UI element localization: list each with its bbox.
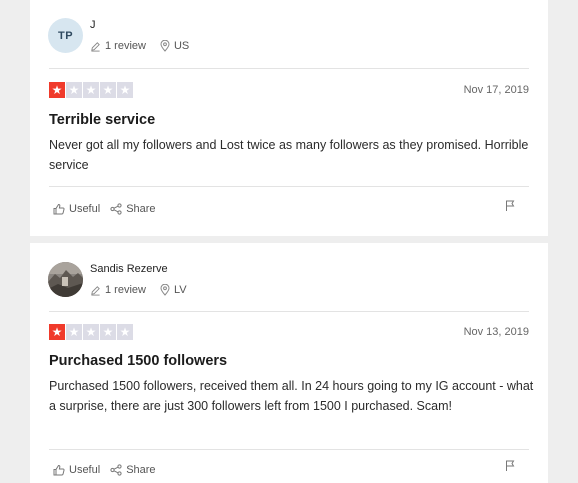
useful-label: Useful <box>69 464 101 476</box>
useful-button[interactable]: Useful <box>53 464 100 476</box>
avatar[interactable] <box>48 262 83 297</box>
review-date: Nov 17, 2019 <box>463 84 529 96</box>
consumer-name[interactable]: J <box>90 19 189 31</box>
pencil-icon <box>91 41 100 52</box>
share-icon <box>110 464 122 476</box>
divider <box>49 68 529 69</box>
useful-button[interactable]: Useful <box>53 203 100 215</box>
review-text: Purchased 1500 followers, received them … <box>49 379 534 413</box>
star-icon: ★ <box>83 324 99 340</box>
divider <box>49 186 529 187</box>
star-rating: ★ ★ ★ ★ ★ <box>49 82 134 98</box>
consumer-info: Sandis Rezerve 1 review LV <box>48 262 187 297</box>
review-title[interactable]: Purchased 1500 followers <box>49 353 227 369</box>
star-icon: ★ <box>66 82 82 98</box>
review-actions: Useful Share <box>53 464 156 476</box>
flag-icon[interactable] <box>505 460 515 472</box>
divider <box>49 311 529 312</box>
avatar-photo-icon <box>48 262 83 297</box>
avatar[interactable]: TP <box>48 18 83 53</box>
star-icon: ★ <box>117 324 133 340</box>
share-label: Share <box>126 203 156 215</box>
share-button[interactable]: Share <box>110 203 156 215</box>
flag-icon[interactable] <box>505 200 515 212</box>
review-date: Nov 13, 2019 <box>463 326 529 338</box>
review-title[interactable]: Terrible service <box>49 112 155 128</box>
consumer-name[interactable]: Sandis Rezerve <box>90 263 187 275</box>
location-pin-icon <box>160 284 170 296</box>
review-card: TP J 1 review US ★ ★ ★ ★ ★ Nov 17, 2019 … <box>30 0 548 236</box>
thumbs-up-icon <box>53 464 65 476</box>
pencil-icon <box>91 285 100 296</box>
star-icon: ★ <box>100 324 116 340</box>
divider <box>49 449 529 450</box>
review-count: 1 review <box>105 40 146 52</box>
consumer-info: TP J 1 review US <box>48 18 189 53</box>
star-icon: ★ <box>100 82 116 98</box>
star-icon: ★ <box>49 324 65 340</box>
review-text: Never got all my followers and Lost twic… <box>49 138 529 172</box>
star-icon: ★ <box>117 82 133 98</box>
review-count: 1 review <box>105 284 146 296</box>
location-pin-icon <box>160 40 170 52</box>
consumer-country: US <box>173 40 190 52</box>
thumbs-up-icon <box>53 203 65 215</box>
review-card: Sandis Rezerve 1 review LV ★ ★ ★ ★ ★ Nov… <box>30 243 548 483</box>
share-button[interactable]: Share <box>110 464 156 476</box>
star-rating: ★ ★ ★ ★ ★ <box>49 324 134 340</box>
consumer-country: LV <box>173 284 187 296</box>
star-icon: ★ <box>49 82 65 98</box>
star-icon: ★ <box>66 324 82 340</box>
share-label: Share <box>126 464 156 476</box>
review-actions: Useful Share <box>53 203 156 215</box>
useful-label: Useful <box>69 203 101 215</box>
share-icon <box>110 203 122 215</box>
star-icon: ★ <box>83 82 99 98</box>
